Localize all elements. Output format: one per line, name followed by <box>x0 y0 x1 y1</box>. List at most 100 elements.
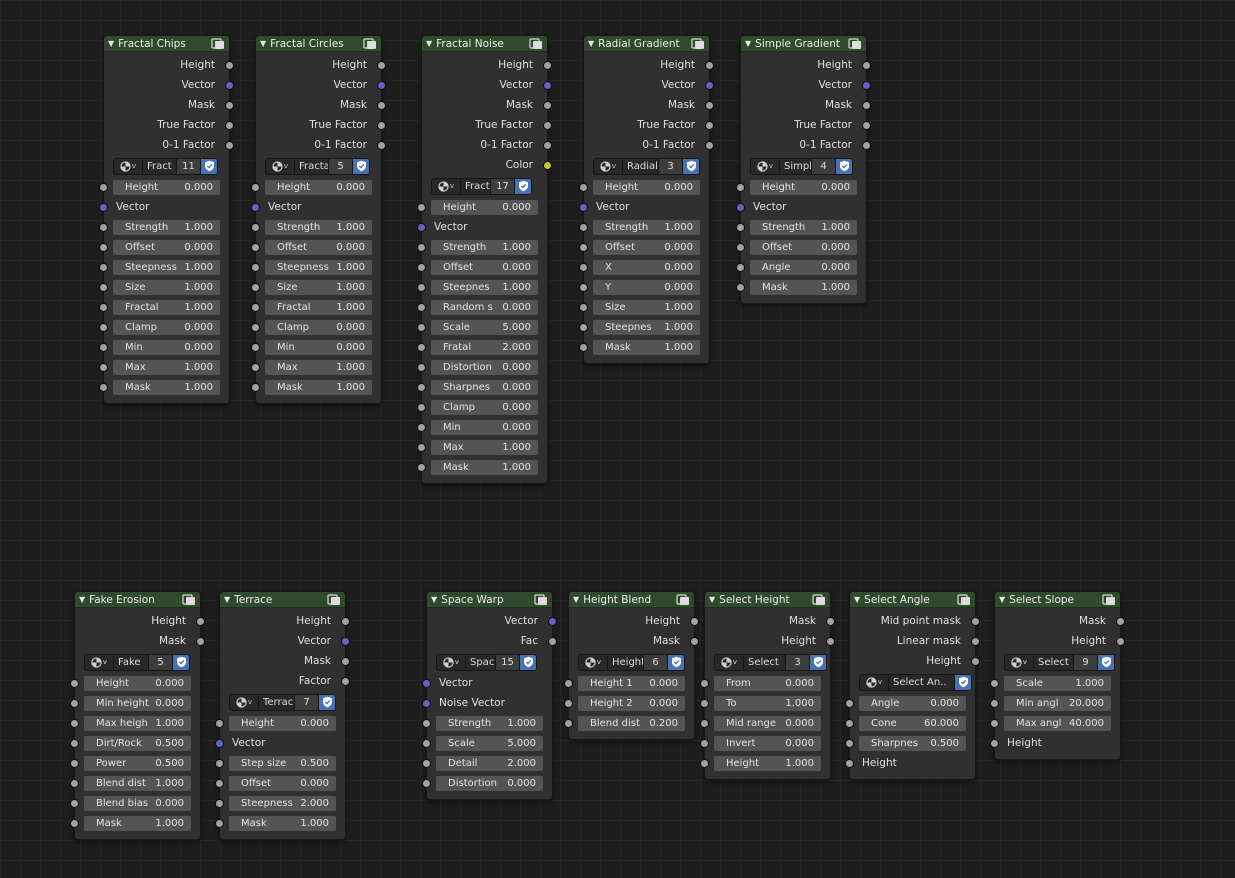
node-header[interactable]: ▼ Space Warp <box>427 592 552 608</box>
group-name-field[interactable]: Radial <box>623 157 659 175</box>
group-browse-button[interactable]: v <box>859 673 889 691</box>
value-field[interactable]: Distortion 0.000 <box>431 359 538 375</box>
value-field[interactable]: Angle 0.000 <box>750 259 857 275</box>
value-field[interactable]: Max 1.000 <box>113 359 220 375</box>
value-field[interactable]: Size 1.000 <box>593 299 700 315</box>
output-socket[interactable] <box>377 141 386 150</box>
output-socket[interactable] <box>971 657 980 666</box>
fake-user-shield-icon[interactable] <box>810 653 827 671</box>
input-socket[interactable] <box>845 719 854 728</box>
fake-user-shield-icon[interactable] <box>353 157 370 175</box>
input-socket[interactable] <box>215 819 224 828</box>
node-header[interactable]: ▼ Radial Gradient <box>584 36 709 52</box>
output-socket[interactable] <box>862 121 871 130</box>
input-socket[interactable] <box>99 323 108 332</box>
input-socket[interactable] <box>417 443 426 452</box>
collapse-triangle-icon[interactable]: ▼ <box>588 39 594 48</box>
value-field[interactable]: Max 1.000 <box>431 439 538 455</box>
input-socket[interactable] <box>579 223 588 232</box>
value-field[interactable]: Height 0.000 <box>265 179 372 195</box>
group-user-count[interactable]: 3 <box>786 653 810 671</box>
output-socket[interactable] <box>543 61 552 70</box>
input-socket[interactable] <box>564 699 573 708</box>
node-header[interactable]: ▼ Select Angle <box>850 592 975 608</box>
node-group-icon[interactable] <box>327 594 341 606</box>
input-socket[interactable] <box>417 323 426 332</box>
group-name-field[interactable]: Simpl <box>780 157 812 175</box>
node-group-icon[interactable] <box>957 594 971 606</box>
value-field[interactable]: Fratal 2.000 <box>431 339 538 355</box>
node-header[interactable]: ▼ Select Height <box>705 592 830 608</box>
value-field[interactable]: Strength 1.000 <box>265 219 372 235</box>
output-socket[interactable] <box>705 141 714 150</box>
input-socket[interactable] <box>990 719 999 728</box>
value-field[interactable]: Distortion 0.000 <box>436 775 543 791</box>
node-select-angle[interactable]: ▼ Select Angle Mid point mask Linear mask He… <box>845 591 980 780</box>
output-socket[interactable] <box>225 121 234 130</box>
value-field[interactable]: Height 0.000 <box>750 179 857 195</box>
output-socket[interactable] <box>225 101 234 110</box>
output-socket[interactable] <box>705 101 714 110</box>
value-field[interactable]: Cone 60.000 <box>859 715 966 731</box>
node-header[interactable]: ▼ Fractal Noise <box>422 36 547 52</box>
collapse-triangle-icon[interactable]: ▼ <box>224 595 230 604</box>
input-socket[interactable] <box>70 779 79 788</box>
value-field[interactable]: Offset 0.000 <box>750 239 857 255</box>
value-field[interactable]: Size 1.000 <box>113 279 220 295</box>
collapse-triangle-icon[interactable]: ▼ <box>745 39 751 48</box>
input-socket[interactable] <box>251 283 260 292</box>
group-user-count[interactable]: 11 <box>177 157 201 175</box>
output-socket[interactable] <box>225 81 234 90</box>
input-socket[interactable] <box>70 819 79 828</box>
group-browse-button[interactable]: v <box>229 693 259 711</box>
value-field[interactable]: Scale 5.000 <box>431 319 538 335</box>
input-socket[interactable] <box>99 283 108 292</box>
input-socket[interactable] <box>417 223 426 232</box>
input-socket[interactable] <box>251 263 260 272</box>
value-field[interactable]: Mask 1.000 <box>84 815 191 831</box>
fake-user-shield-icon[interactable] <box>1098 653 1115 671</box>
value-field[interactable]: Height 0.000 <box>229 715 336 731</box>
value-field[interactable]: Strength 1.000 <box>431 239 538 255</box>
node-height-blend[interactable]: ▼ Height Blend Height Mask v Height 6 Height 10… <box>564 591 699 740</box>
value-field[interactable]: From 0.000 <box>714 675 821 691</box>
value-field[interactable]: Detail 2.000 <box>436 755 543 771</box>
group-browse-button[interactable]: v <box>113 157 143 175</box>
output-socket[interactable] <box>225 61 234 70</box>
input-socket[interactable] <box>251 303 260 312</box>
output-socket[interactable] <box>543 141 552 150</box>
input-socket[interactable] <box>990 739 999 748</box>
input-socket[interactable] <box>422 779 431 788</box>
value-field[interactable]: Fractal 1.000 <box>265 299 372 315</box>
group-user-count[interactable]: 15 <box>496 653 520 671</box>
value-field[interactable]: Min 0.000 <box>265 339 372 355</box>
input-socket[interactable] <box>422 719 431 728</box>
input-socket[interactable] <box>215 799 224 808</box>
collapse-triangle-icon[interactable]: ▼ <box>260 39 266 48</box>
node-header[interactable]: ▼ Height Blend <box>569 592 694 608</box>
input-socket[interactable] <box>990 699 999 708</box>
group-name-field[interactable]: Spac <box>466 653 496 671</box>
output-socket[interactable] <box>543 81 552 90</box>
output-socket[interactable] <box>377 61 386 70</box>
input-socket[interactable] <box>417 423 426 432</box>
input-socket[interactable] <box>417 363 426 372</box>
input-socket[interactable] <box>215 739 224 748</box>
input-socket[interactable] <box>736 223 745 232</box>
group-name-field[interactable]: Select <box>1034 653 1074 671</box>
group-browse-button[interactable]: v <box>436 653 466 671</box>
input-socket[interactable] <box>99 183 108 192</box>
value-field[interactable]: Offset 0.000 <box>593 239 700 255</box>
value-field[interactable]: Height 0.000 <box>84 675 191 691</box>
output-socket[interactable] <box>548 637 557 646</box>
input-socket[interactable] <box>700 679 709 688</box>
input-socket[interactable] <box>417 203 426 212</box>
value-field[interactable]: Mask 1.000 <box>229 815 336 831</box>
group-browse-button[interactable]: v <box>714 653 744 671</box>
group-name-field[interactable]: Fract <box>143 157 177 175</box>
output-socket[interactable] <box>705 121 714 130</box>
group-name-field[interactable]: Fracta <box>295 157 329 175</box>
fake-user-shield-icon[interactable] <box>683 157 700 175</box>
input-socket[interactable] <box>736 243 745 252</box>
output-socket[interactable] <box>705 61 714 70</box>
